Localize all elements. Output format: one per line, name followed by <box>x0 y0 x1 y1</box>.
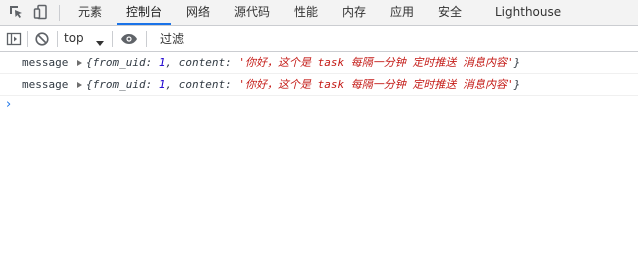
device-toolbar-icon[interactable] <box>33 4 49 20</box>
message-label: message <box>22 78 69 91</box>
tab-application[interactable]: 应用 <box>390 0 414 25</box>
expand-triangle-icon[interactable] <box>77 82 82 88</box>
object-key: content <box>178 78 226 91</box>
object-key: from_uid <box>92 78 146 91</box>
toolbar-separator <box>27 31 28 47</box>
sidebar-toggle-icon[interactable] <box>6 31 22 47</box>
object-key: from_uid <box>92 56 146 69</box>
console-message: message {from_uid: 1, content: '你好，这个是 t… <box>0 52 638 74</box>
toolbar-separator <box>112 31 113 47</box>
console-prompt-chevron[interactable]: › <box>6 98 11 112</box>
object-preview[interactable]: {from_uid: 1, content: '你好，这个是 task 每隔一分… <box>86 74 520 96</box>
tab-security[interactable]: 安全 <box>438 0 462 25</box>
object-comma: , <box>165 56 179 69</box>
object-key: content <box>178 56 226 69</box>
object-brace: } <box>513 56 521 69</box>
tabbar-separator <box>59 5 60 21</box>
console-toolbar: top <box>0 26 638 52</box>
devtools-tabbar: 元素 控制台 网络 源代码 性能 内存 应用 安全 Lighthouse <box>0 0 638 26</box>
tab-network[interactable]: 网络 <box>186 0 210 25</box>
object-comma: , <box>165 78 179 91</box>
object-string: '你好，这个是 task 每隔一分钟 定时推送 消息内容' <box>238 78 514 91</box>
object-brace: } <box>513 78 521 91</box>
object-colon: : <box>225 78 239 91</box>
message-label: message <box>22 56 69 69</box>
object-string: '你好，这个是 task 每隔一分钟 定时推送 消息内容' <box>238 56 514 69</box>
tab-performance[interactable]: 性能 <box>294 0 318 25</box>
active-tab-indicator <box>117 23 171 25</box>
toolbar-separator <box>146 31 147 47</box>
filter-input[interactable] <box>150 29 636 48</box>
object-preview[interactable]: {from_uid: 1, content: '你好，这个是 task 每隔一分… <box>86 52 520 74</box>
object-brace: { <box>86 56 93 69</box>
toolbar-separator <box>57 31 58 47</box>
inspect-element-icon[interactable] <box>8 4 24 20</box>
object-brace: { <box>86 78 93 91</box>
object-colon: : <box>145 78 159 91</box>
live-expression-eye-icon[interactable] <box>120 31 137 47</box>
context-select[interactable]: top <box>64 26 84 51</box>
tab-sources[interactable]: 源代码 <box>234 0 270 25</box>
console-output: message {from_uid: 1, content: '你好，这个是 t… <box>0 52 638 112</box>
tab-console[interactable]: 控制台 <box>126 0 162 25</box>
tab-elements[interactable]: 元素 <box>78 0 102 25</box>
clear-console-icon[interactable] <box>34 31 50 47</box>
tab-lighthouse[interactable]: Lighthouse <box>495 0 561 25</box>
console-message: message {from_uid: 1, content: '你好，这个是 t… <box>0 74 638 96</box>
object-colon: : <box>225 56 239 69</box>
expand-triangle-icon[interactable] <box>77 60 82 66</box>
object-colon: : <box>145 56 159 69</box>
tab-memory[interactable]: 内存 <box>342 0 366 25</box>
chevron-down-icon[interactable] <box>96 36 104 50</box>
